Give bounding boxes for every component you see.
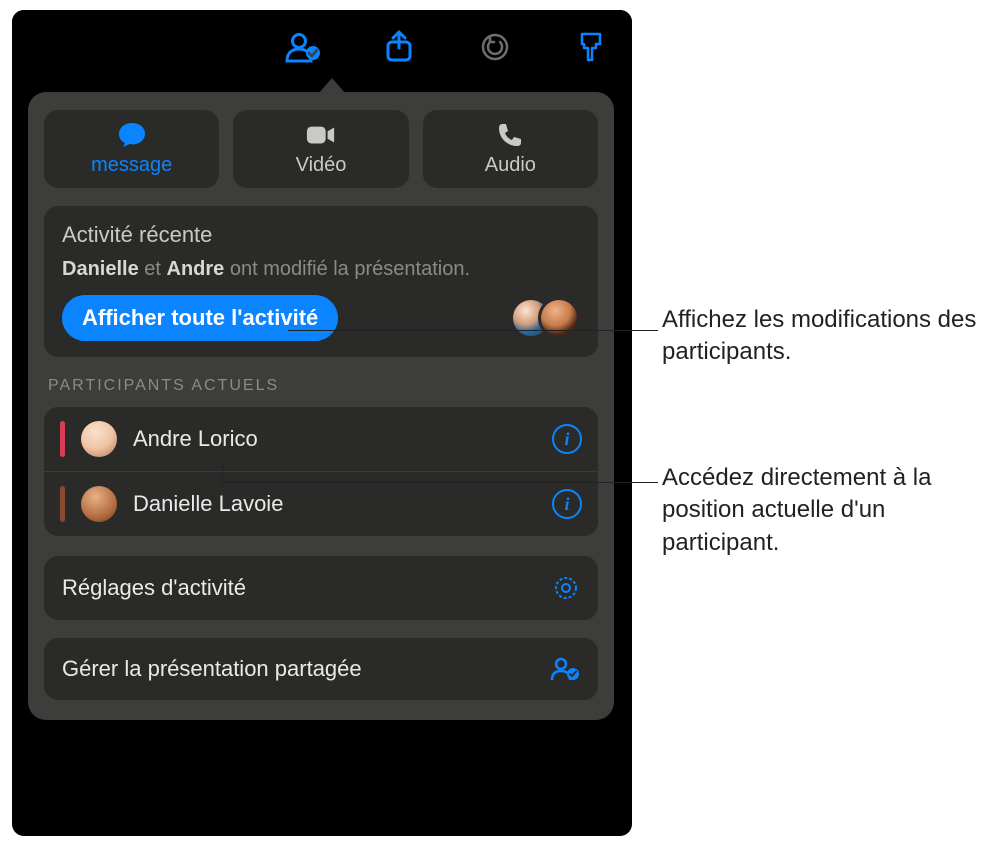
participants-list: Andre Lorico i Danielle Lavoie i (44, 407, 598, 536)
undo-button[interactable] (476, 28, 514, 66)
video-button[interactable]: Vidéo (233, 110, 408, 188)
recent-activity-section: Activité récente Danielle et Andre ont m… (44, 206, 598, 357)
avatar (81, 421, 117, 457)
avatar (81, 486, 117, 522)
person-check-icon (550, 656, 580, 682)
activity-name-1: Danielle (62, 258, 139, 280)
manage-shared-label: Gérer la présentation partagée (62, 656, 362, 682)
callout-line (288, 330, 658, 331)
activity-settings-button[interactable]: Réglages d'activité (44, 556, 598, 620)
activity-name-2: Andre (167, 258, 225, 280)
manage-shared-button[interactable]: Gérer la présentation partagée (44, 638, 598, 700)
callout-line (222, 482, 658, 483)
share-button[interactable] (380, 28, 418, 66)
message-icon (117, 122, 147, 148)
presence-indicator (60, 486, 65, 522)
activity-settings-label: Réglages d'activité (62, 575, 246, 601)
recent-activity-title: Activité récente (62, 222, 580, 248)
participant-row[interactable]: Danielle Lavoie i (44, 471, 598, 536)
app-window: message Vidéo Audio Activité récente Dan… (12, 10, 632, 836)
callout-show-activity: Affichez les modifications des participa… (662, 304, 982, 369)
info-icon[interactable]: i (552, 489, 582, 519)
show-all-activity-button[interactable]: Afficher toute l'activité (62, 295, 338, 341)
audio-button[interactable]: Audio (423, 110, 598, 188)
info-icon[interactable]: i (552, 424, 582, 454)
audio-label: Audio (485, 154, 536, 177)
gear-icon (552, 574, 580, 602)
participant-row[interactable]: Andre Lorico i (44, 407, 598, 471)
participant-name: Andre Lorico (133, 426, 536, 452)
collaborate-button[interactable] (284, 28, 322, 66)
video-label: Vidéo (296, 154, 347, 177)
format-brush-button[interactable] (572, 28, 610, 66)
participants-label: PARTICIPANTS ACTUELS (48, 377, 594, 395)
callout-jump-to-participant: Accédez directement à la position actuel… (662, 462, 982, 559)
toolbar (12, 10, 632, 84)
participant-name: Danielle Lavoie (133, 491, 536, 517)
message-button[interactable]: message (44, 110, 219, 188)
collaboration-popover: message Vidéo Audio Activité récente Dan… (28, 92, 614, 720)
recent-activity-text: Danielle et Andre ont modifié la présent… (62, 258, 580, 281)
phone-icon (495, 122, 525, 148)
activity-avatars (510, 297, 580, 339)
message-label: message (91, 154, 172, 177)
video-icon (306, 122, 336, 148)
callout-line (222, 462, 223, 482)
avatar (538, 297, 580, 339)
presence-indicator (60, 421, 65, 457)
communication-buttons: message Vidéo Audio (44, 110, 598, 188)
